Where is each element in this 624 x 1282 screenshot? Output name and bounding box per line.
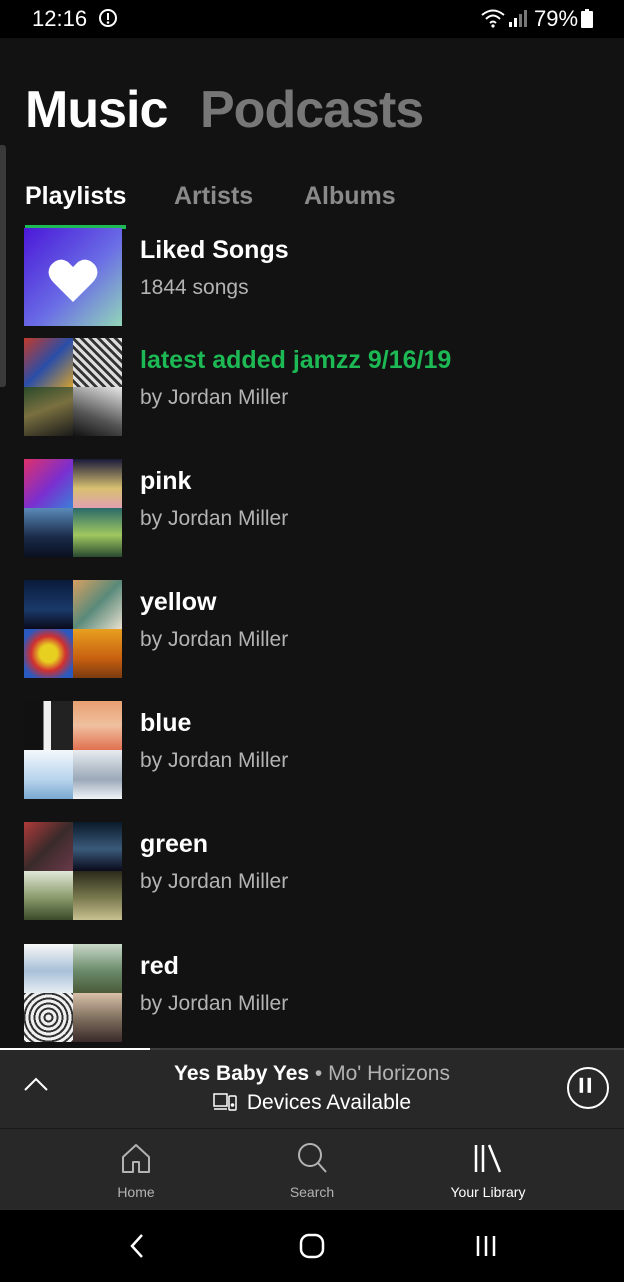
track-title: Yes Baby Yes: [174, 1062, 310, 1085]
playlist-title: green: [140, 830, 209, 858]
playback-progress: [0, 1048, 150, 1050]
playlist-title: latest added jamzz 9/16/19: [140, 346, 452, 374]
liked-songs-cover: [24, 228, 122, 326]
playlist-subtitle: by Jordan Miller: [140, 507, 289, 530]
library-icon: [474, 1144, 502, 1173]
playlist-title: blue: [140, 709, 192, 737]
tab-music[interactable]: Music: [25, 80, 168, 140]
system-nav-bar: [0, 1210, 624, 1282]
playlist-title: Liked Songs: [140, 236, 289, 264]
playlist-row-liked-songs[interactable]: Liked Songs 1844 songs: [0, 228, 624, 328]
playlist-title: red: [140, 952, 179, 980]
signal-icon: [509, 10, 527, 27]
tab-albums[interactable]: Albums: [304, 182, 396, 211]
devices-icon: [213, 1093, 237, 1111]
now-playing-info[interactable]: Yes Baby Yes • Mo' Horizons: [0, 1062, 624, 1086]
playlist-cover: [24, 944, 122, 1042]
playlist-row-latest-added[interactable]: latest added jamzz 9/16/19 by Jordan Mil…: [0, 338, 624, 438]
playlist-cover: [24, 338, 122, 436]
tab-playlists[interactable]: Playlists: [25, 182, 126, 211]
recent-apps-icon[interactable]: [470, 1230, 502, 1262]
playlist-row-blue[interactable]: blue by Jordan Miller: [0, 701, 624, 801]
playlist-cover: [24, 580, 122, 678]
status-time: 12:16: [32, 6, 88, 31]
nav-library-label: Your Library: [450, 1184, 526, 1200]
playlist-cover: [24, 822, 122, 920]
alert-icon: [99, 9, 117, 27]
playlist-cover: [24, 459, 122, 557]
pause-button[interactable]: [567, 1067, 609, 1109]
playlist-subtitle: by Jordan Miller: [140, 749, 289, 772]
playlist-subtitle: by Jordan Miller: [140, 992, 289, 1015]
playlist-row-green[interactable]: green by Jordan Miller: [0, 822, 624, 922]
track-artist: Mo' Horizons: [328, 1062, 450, 1085]
devices-available[interactable]: Devices Available: [0, 1091, 624, 1115]
track-separator: •: [314, 1062, 323, 1085]
playlist-subtitle: 1844 songs: [140, 276, 249, 299]
playlist-subtitle: by Jordan Miller: [140, 386, 289, 409]
search-icon: [298, 1143, 327, 1173]
wifi-icon: [481, 9, 505, 28]
playlist-row-pink[interactable]: pink by Jordan Miller: [0, 459, 624, 559]
battery-icon: [581, 9, 593, 28]
playlist-subtitle: by Jordan Miller: [140, 870, 289, 893]
playlist-title: yellow: [140, 588, 217, 616]
heart-icon: [48, 259, 98, 302]
back-icon[interactable]: [122, 1230, 154, 1262]
battery-percent: 79%: [534, 6, 579, 31]
tab-artists[interactable]: Artists: [174, 182, 253, 211]
playback-progress-track: [150, 1048, 624, 1050]
devices-label: Devices Available: [246, 1091, 412, 1114]
tab-podcasts[interactable]: Podcasts: [200, 80, 424, 140]
status-bar: 12:16 79%: [0, 0, 624, 38]
playlist-subtitle: by Jordan Miller: [140, 628, 289, 651]
playlist-row-red[interactable]: red by Jordan Miller: [0, 944, 624, 1044]
playlist-row-yellow[interactable]: yellow by Jordan Miller: [0, 580, 624, 680]
pause-icon: [579, 1077, 592, 1093]
home-button-icon[interactable]: [296, 1230, 328, 1262]
playlist-cover: [24, 701, 122, 799]
bottom-nav: Home Search Your Library: [0, 1128, 624, 1210]
home-icon: [122, 1144, 150, 1173]
nav-your-library[interactable]: Your Library: [384, 1129, 592, 1211]
playlist-title: pink: [140, 467, 192, 495]
mini-player[interactable]: Yes Baby Yes • Mo' Horizons Devices Avai…: [0, 1048, 624, 1128]
